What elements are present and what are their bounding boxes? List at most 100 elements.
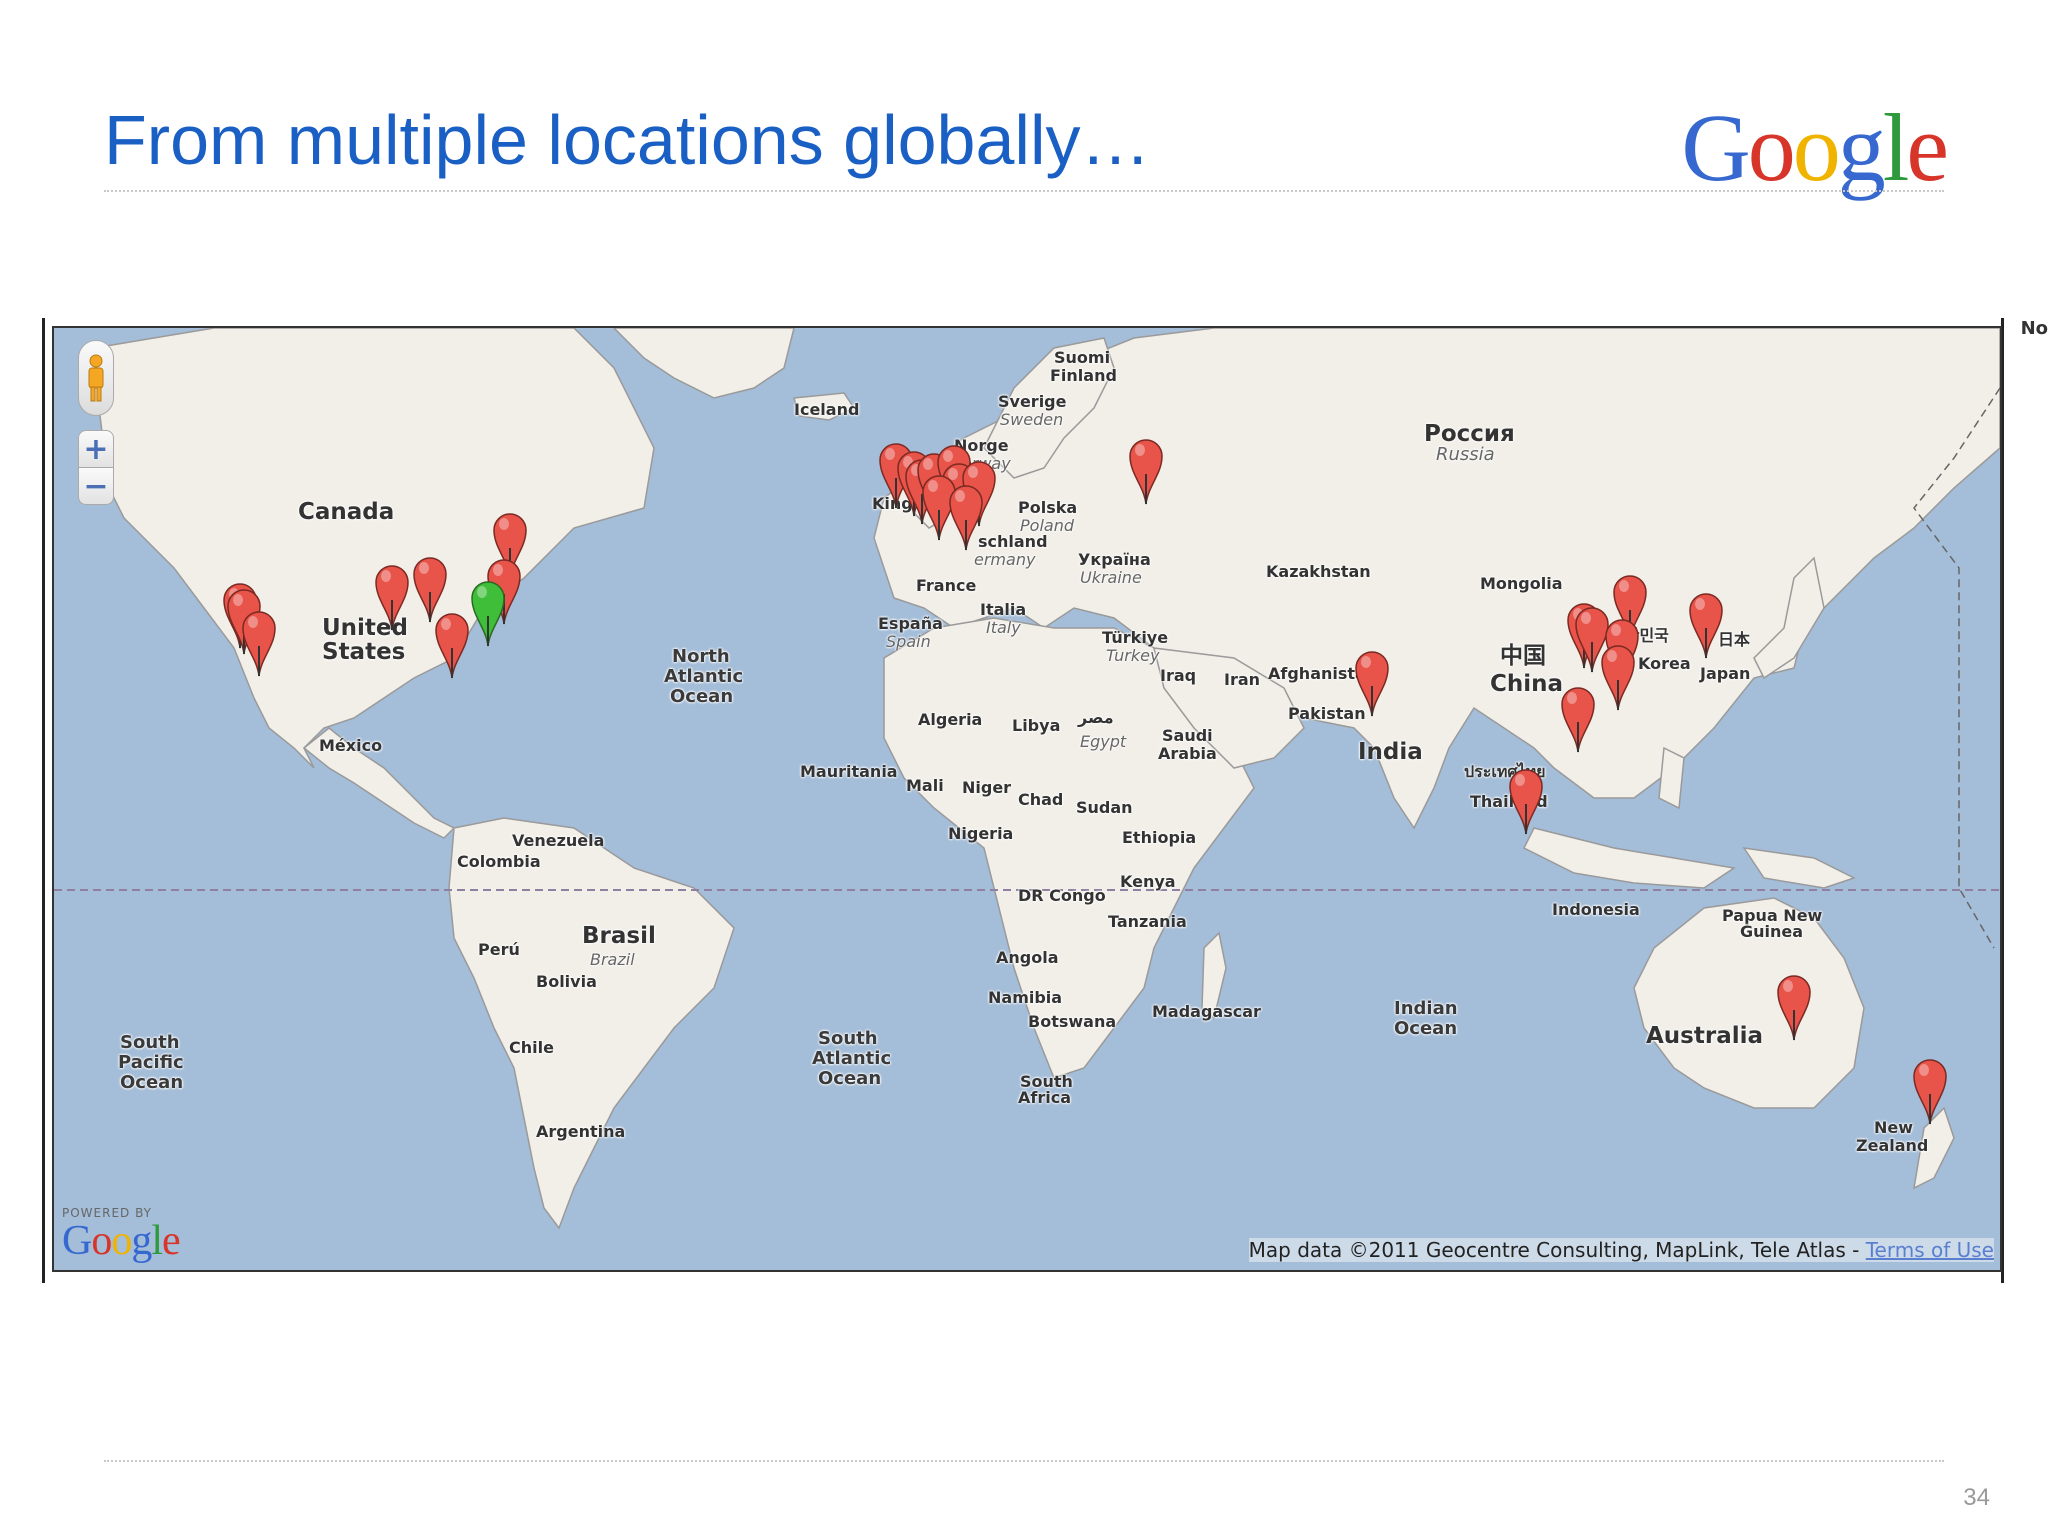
label-png2: Guinea [1740, 922, 1804, 941]
label-ethiopia: Ethiopia [1122, 828, 1197, 847]
label-sudan: Sudan [1076, 798, 1133, 817]
map-pin-icon[interactable] [946, 480, 986, 552]
label-tanzania: Tanzania [1108, 912, 1187, 931]
label-io2: Ocean [1394, 1018, 1458, 1039]
map-controls: + − [78, 340, 118, 505]
landmass-indonesia [1522, 827, 1736, 889]
label-sa2: Africa [1018, 1088, 1071, 1107]
attribution-text: Map data ©2011 Geocentre Consulting, Map… [1248, 1238, 1866, 1262]
map-pin-icon[interactable] [1506, 764, 1546, 836]
label-finland: Finland [1050, 366, 1117, 385]
label-turkey: Turkey [1106, 646, 1160, 665]
map-pin-icon-green[interactable] [468, 576, 508, 648]
label-italy: Italy [986, 618, 1021, 637]
label-indonesia: Indonesia [1552, 900, 1640, 919]
label-nz2: Zealand [1856, 1136, 1929, 1155]
label-spo2: Pacific [118, 1052, 184, 1073]
label-venezuela: Venezuela [512, 831, 605, 850]
label-japan: Japan [1700, 664, 1751, 683]
label-saudi2: Arabia [1158, 744, 1217, 763]
label-mexico: México [319, 736, 383, 755]
label-iran: Iran [1224, 670, 1261, 689]
frame-border-left [42, 318, 45, 1283]
label-korea: Korea [1638, 654, 1691, 673]
label-india: India [1358, 739, 1423, 765]
zoom-in-button[interactable]: + [78, 430, 114, 468]
label-sao3: Ocean [818, 1068, 882, 1089]
label-sverige: Sverige [998, 392, 1067, 411]
header-divider [104, 190, 1944, 192]
label-ukraina: Україна [1078, 550, 1151, 569]
map-pin-icon[interactable] [1352, 646, 1392, 718]
logo-letter: o [1747, 94, 1796, 201]
map-pin-icon[interactable] [1686, 588, 1726, 660]
label-argentina: Argentina [536, 1122, 626, 1141]
label-saudi1: Saudi [1162, 726, 1213, 745]
label-sao1: South [818, 1028, 878, 1049]
label-egypt: Egypt [1080, 732, 1127, 751]
label-drcongo: DR Congo [1018, 886, 1106, 905]
powered-by-logo: Google [62, 1218, 181, 1264]
label-madagascar: Madagascar [1152, 1002, 1261, 1021]
label-chad: Chad [1018, 790, 1064, 809]
logo-letter: g [1837, 94, 1886, 201]
map-pin-icon[interactable] [1558, 682, 1598, 754]
landmass-greenland [612, 328, 795, 399]
powered-by-google[interactable]: POWERED BY Google [62, 1206, 181, 1264]
label-spain: Spain [886, 632, 931, 651]
label-sao2: Atlantic [812, 1048, 892, 1069]
map-pin-icon[interactable] [1126, 434, 1166, 506]
label-suomi: Suomi [1054, 348, 1111, 367]
label-nao1: North [672, 646, 730, 667]
label-france: France [916, 576, 977, 595]
label-china: China [1490, 671, 1564, 697]
label-espana: España [878, 614, 943, 633]
pegman-icon[interactable] [78, 340, 114, 416]
label-iceland: Iceland [794, 400, 860, 419]
label-states: States [322, 639, 406, 665]
label-mauritania: Mauritania [800, 762, 898, 781]
label-brazil: Brazil [590, 950, 635, 969]
label-colombia: Colombia [457, 852, 541, 871]
footer-divider [104, 1460, 1944, 1462]
map-pin-icon[interactable] [372, 560, 412, 632]
world-map[interactable]: + − Canada United States México Venezuel… [52, 326, 2002, 1272]
label-libya: Libya [1012, 716, 1061, 735]
logo-letter: l [1882, 94, 1910, 201]
logo-letter: o [1792, 94, 1841, 201]
label-nz1: New [1874, 1118, 1914, 1137]
label-nao3: Ocean [670, 686, 734, 707]
label-kenya: Kenya [1120, 872, 1176, 891]
terms-of-use-link[interactable]: Terms of Use [1866, 1238, 1994, 1262]
map-pin-icon[interactable] [1910, 1054, 1950, 1126]
label-spo3: Ocean [120, 1072, 184, 1093]
map-pin-icon[interactable] [432, 608, 472, 680]
zoom-out-button[interactable]: − [78, 468, 114, 505]
landmass-north-america [93, 328, 655, 769]
label-kazakhstan: Kazakhstan [1266, 562, 1371, 581]
label-brasil: Brasil [582, 923, 656, 949]
map-pin-icon[interactable] [239, 606, 279, 678]
label-bolivia: Bolivia [536, 972, 597, 991]
logo-letter: G [1681, 94, 1750, 201]
label-chile: Chile [509, 1038, 554, 1057]
map-pin-icon[interactable] [1774, 970, 1814, 1042]
label-angola: Angola [996, 948, 1059, 967]
label-russia-native: Россия [1424, 421, 1515, 447]
label-canada: Canada [298, 499, 395, 525]
page-number: 34 [1963, 1484, 1990, 1511]
logo-letter: e [1906, 94, 1949, 201]
label-algeria: Algeria [918, 710, 983, 729]
map-pin-icon[interactable] [1598, 640, 1638, 712]
label-iraq: Iraq [1160, 666, 1197, 685]
map-attribution: Map data ©2011 Geocentre Consulting, Map… [1248, 1238, 1994, 1262]
label-sweden: Sweden [1000, 410, 1064, 429]
label-spo1: South [120, 1032, 180, 1053]
label-deutschland: schland [978, 532, 1048, 551]
label-io1: Indian [1394, 998, 1458, 1019]
label-nigeria: Nigeria [948, 824, 1014, 843]
label-nao2: Atlantic [664, 666, 744, 687]
slide-title: From multiple locations globally… [104, 101, 1151, 179]
label-mali: Mali [906, 776, 944, 795]
label-italia: Italia [980, 600, 1027, 619]
